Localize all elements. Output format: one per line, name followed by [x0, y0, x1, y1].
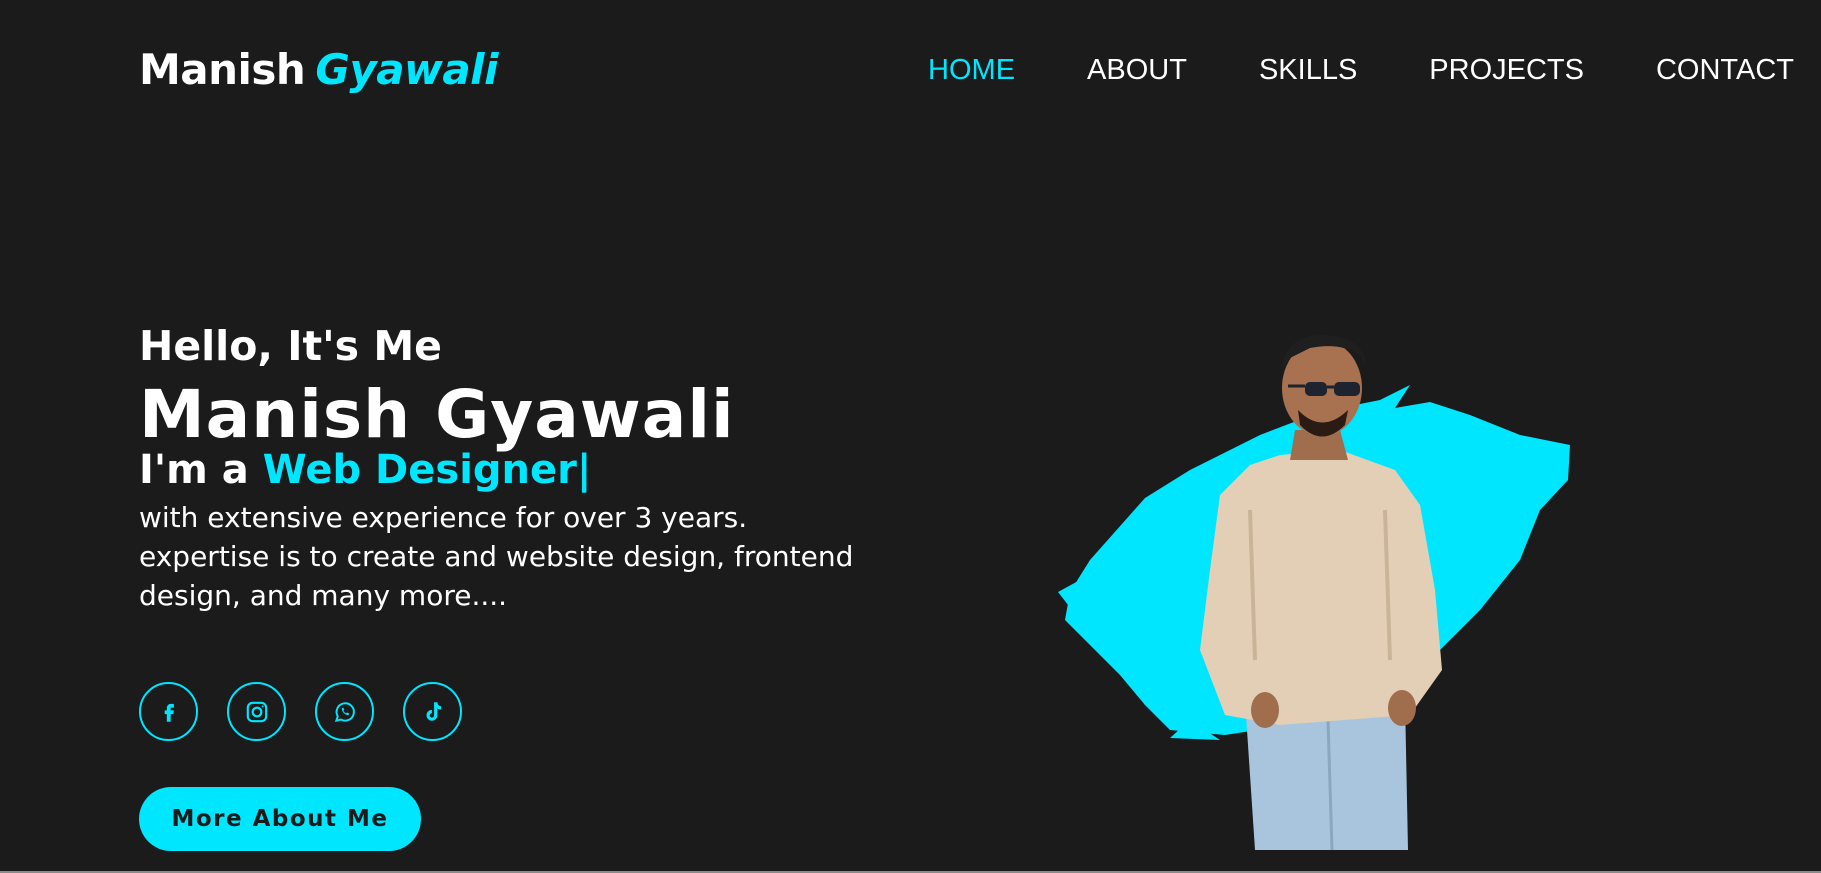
- whatsapp-link[interactable]: [315, 682, 374, 741]
- more-about-me-button[interactable]: More About Me: [139, 787, 421, 851]
- description-line: with extensive experience for over 3 yea…: [139, 501, 748, 534]
- logo-last-name: Gyawali: [315, 45, 498, 94]
- description-line: expertise is to create and website desig…: [139, 540, 854, 573]
- tiktok-link[interactable]: [403, 682, 462, 741]
- nav-about[interactable]: ABOUT: [1087, 54, 1187, 87]
- main-nav: HOME ABOUT SKILLS PROJECTS CONTACT: [928, 54, 1794, 87]
- facebook-icon: [164, 703, 174, 722]
- hero-greeting: Hello, It's Me: [139, 322, 442, 370]
- instagram-icon: [246, 701, 267, 722]
- sweater-shape: [1200, 450, 1442, 725]
- nav-home[interactable]: HOME: [928, 54, 1015, 87]
- nav-projects[interactable]: PROJECTS: [1429, 54, 1584, 87]
- hero-role: I'm a Web Designer|: [139, 447, 591, 493]
- description-line: design, and many more....: [139, 579, 508, 612]
- facebook-link[interactable]: [139, 682, 198, 741]
- tiktok-icon: [426, 701, 441, 721]
- nav-skills[interactable]: SKILLS: [1259, 54, 1357, 87]
- hero-description: with extensive experience for over 3 yea…: [139, 498, 919, 615]
- whatsapp-icon: [334, 701, 355, 722]
- logo-first-name: Manish: [139, 45, 306, 94]
- hero-name: Manish Gyawali: [139, 376, 735, 453]
- hero-portrait: [1058, 335, 1570, 850]
- role-prefix: I'm a: [139, 447, 249, 493]
- social-links: [139, 682, 462, 741]
- nav-contact[interactable]: CONTACT: [1656, 54, 1794, 87]
- portfolio-page: Manish Gyawali HOME ABOUT SKILLS PROJECTS…: [0, 0, 1821, 873]
- instagram-link[interactable]: [227, 682, 286, 741]
- role-highlight: Web Designer|: [262, 447, 592, 493]
- site-logo[interactable]: Manish Gyawali: [139, 45, 498, 94]
